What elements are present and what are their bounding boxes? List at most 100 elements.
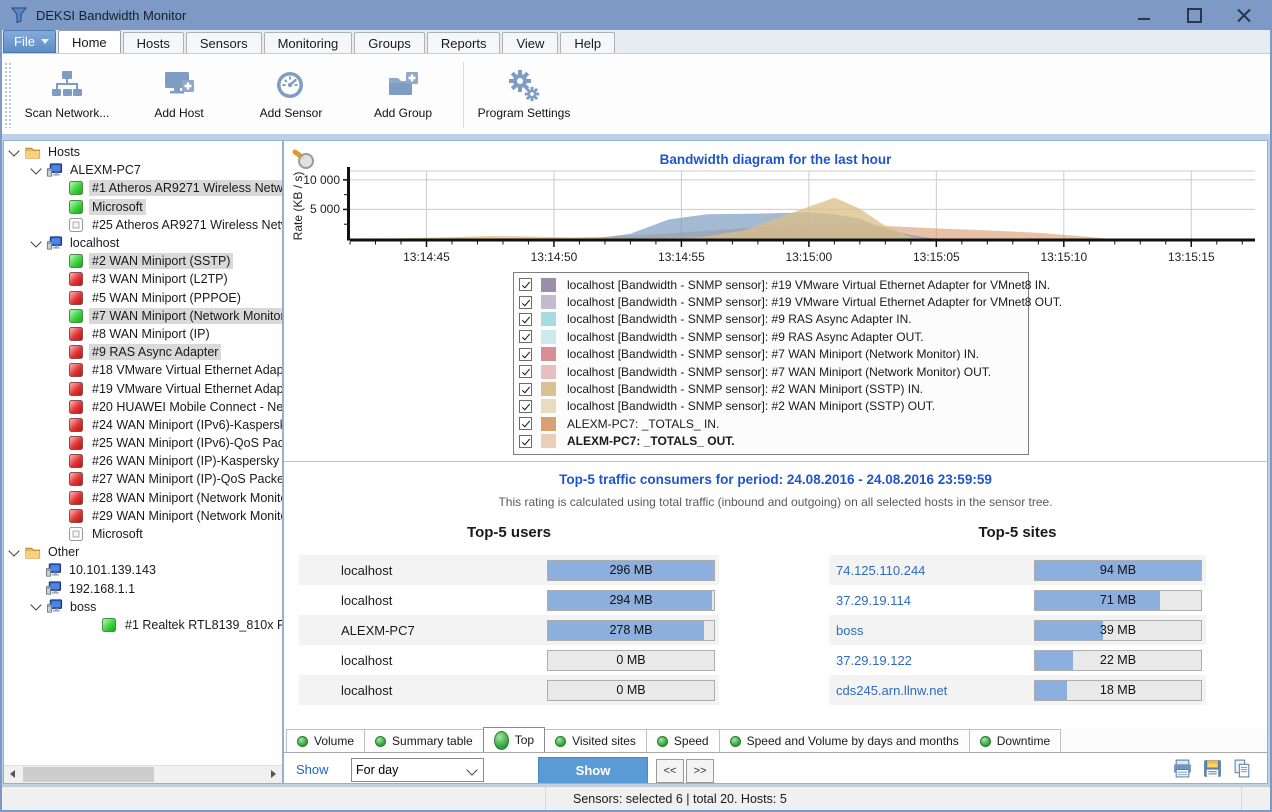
tree-item-localhost[interactable]: localhost <box>4 234 282 252</box>
tree-item-1-realtek-rtl8139-810x-family-i[interactable]: #1 Realtek RTL8139_810x Family I <box>4 616 282 634</box>
tree-item-192-168-1-1[interactable]: 192.168.1.1 <box>4 580 282 598</box>
close-icon[interactable] <box>1230 4 1258 26</box>
legend-checkbox[interactable] <box>519 313 532 326</box>
tree-item-9-ras-async-adapter[interactable]: #9 RAS Async Adapter <box>4 343 282 361</box>
next-period-button[interactable]: >> <box>686 759 714 783</box>
sensor-status-red-icon <box>69 327 83 341</box>
legend-checkbox[interactable] <box>519 435 532 448</box>
tree-item-5-wan-miniport-pppoe[interactable]: #5 WAN Miniport (PPPOE) <box>4 289 282 307</box>
scroll-left-icon[interactable] <box>4 766 21 782</box>
legend-checkbox[interactable] <box>519 365 532 378</box>
expander-chevron-icon[interactable] <box>30 163 41 174</box>
site-row: 74.125.110.24494 MB <box>829 555 1206 585</box>
tree-item-microsoft[interactable]: Microsoft <box>4 198 282 216</box>
toolbar-button-add-host[interactable]: Add Host <box>123 59 235 131</box>
site-link[interactable]: 37.29.19.114 <box>829 593 1034 608</box>
tree-item-29-wan-miniport-network-monito[interactable]: #29 WAN Miniport (Network Monito <box>4 507 282 525</box>
legend-checkbox[interactable] <box>519 400 532 413</box>
site-link[interactable]: cds245.arn.llnw.net <box>829 683 1034 698</box>
legend-label: localhost [Bandwidth - SNMP sensor]: #9 … <box>567 312 912 326</box>
tree-item-alexm-pc7[interactable]: ALEXM-PC7 <box>4 161 282 179</box>
toolbar-button-program-settings[interactable]: Program Settings <box>468 59 580 131</box>
report-tab-top[interactable]: Top <box>483 727 545 752</box>
legend-checkbox[interactable] <box>519 348 532 361</box>
site-link[interactable]: boss <box>829 623 1034 638</box>
tree-item-24-wan-miniport-ipv6-kaspersky[interactable]: #24 WAN Miniport (IPv6)-Kaspersky <box>4 416 282 434</box>
scrollbar-thumb[interactable] <box>23 767 154 782</box>
green-dot-icon <box>730 736 741 747</box>
save-icon[interactable] <box>1202 758 1223 779</box>
toolbar-button-add-sensor[interactable]: Add Sensor <box>235 59 347 131</box>
tree-item-label: #8 WAN Miniport (IP) <box>89 326 213 342</box>
print-icon[interactable] <box>1172 758 1193 779</box>
toolbar-button-scan-network[interactable]: Scan Network... <box>11 59 123 131</box>
tree-item-1-atheros-ar9271-wireless-network[interactable]: #1 Atheros AR9271 Wireless Network <box>4 179 282 197</box>
top5-users-header: Top-5 users <box>299 524 719 541</box>
main-content-panel: Bandwidth diagram for the last hour Rate… <box>283 140 1268 784</box>
tree-item-10-101-139-143[interactable]: 10.101.139.143 <box>4 561 282 579</box>
maximize-icon[interactable] <box>1180 4 1208 26</box>
legend-checkbox[interactable] <box>519 417 532 430</box>
tree-item-28-wan-miniport-network-monito[interactable]: #28 WAN Miniport (Network Monito <box>4 489 282 507</box>
legend-row: localhost [Bandwidth - SNMP sensor]: #2 … <box>519 380 1028 397</box>
report-tab-volume[interactable]: Volume <box>286 729 365 752</box>
menu-tab-reports[interactable]: Reports <box>427 32 501 53</box>
tree-item-8-wan-miniport-ip[interactable]: #8 WAN Miniport (IP) <box>4 325 282 343</box>
expander-chevron-icon[interactable] <box>30 600 41 611</box>
site-link[interactable]: 74.125.110.244 <box>829 563 1034 578</box>
menu-tab-help[interactable]: Help <box>560 32 615 53</box>
expander-chevron-icon[interactable] <box>30 236 41 247</box>
expander-chevron-icon[interactable] <box>8 545 19 556</box>
report-tab-summary-table[interactable]: Summary table <box>364 729 484 752</box>
previous-period-button[interactable]: << <box>656 759 684 783</box>
legend-checkbox[interactable] <box>519 330 532 343</box>
tree-item-2-wan-miniport-sstp[interactable]: #2 WAN Miniport (SSTP) <box>4 252 282 270</box>
tree-item-other[interactable]: Other <box>4 543 282 561</box>
tree-item-3-wan-miniport-l2tp[interactable]: #3 WAN Miniport (L2TP) <box>4 270 282 288</box>
minimize-icon[interactable] <box>1130 4 1158 26</box>
tree-item-7-wan-miniport-network-monitor[interactable]: #7 WAN Miniport (Network Monitor <box>4 307 282 325</box>
tree-item-20-huawei-mobile-connect-netw[interactable]: #20 HUAWEI Mobile Connect - Netw <box>4 398 282 416</box>
tree-horizontal-scrollbar[interactable] <box>4 765 282 783</box>
tree-item-hosts[interactable]: Hosts <box>4 143 282 161</box>
toolbar-button-add-group[interactable]: Add Group <box>347 59 459 131</box>
menu-tab-monitoring[interactable]: Monitoring <box>264 32 353 53</box>
menu-tab-hosts[interactable]: Hosts <box>123 32 184 53</box>
tree-item-26-wan-miniport-ip-kaspersky-la[interactable]: #26 WAN Miniport (IP)-Kaspersky La <box>4 452 282 470</box>
site-row: cds245.arn.llnw.net18 MB <box>829 675 1206 705</box>
tree-item-label: #7 WAN Miniport (Network Monitor <box>89 308 282 324</box>
legend-checkbox[interactable] <box>519 383 532 396</box>
tree-item-label: #3 WAN Miniport (L2TP) <box>89 271 231 287</box>
period-select[interactable]: For day <box>351 758 484 782</box>
tree-item-boss[interactable]: boss <box>4 598 282 616</box>
scroll-right-icon[interactable] <box>265 766 282 782</box>
site-link[interactable]: 37.29.19.122 <box>829 653 1034 668</box>
tree-item-19-vmware-virtual-ethernet-adapte[interactable]: #19 VMware Virtual Ethernet Adapte <box>4 379 282 397</box>
show-button[interactable]: Show <box>538 757 648 784</box>
report-tab-label: Summary table <box>392 734 473 748</box>
tree-item-27-wan-miniport-ip-qos-packet-s[interactable]: #27 WAN Miniport (IP)-QoS Packet S <box>4 470 282 488</box>
expander-chevron-icon[interactable] <box>8 145 19 156</box>
tree-item-18-vmware-virtual-ethernet-adapte[interactable]: #18 VMware Virtual Ethernet Adapte <box>4 361 282 379</box>
legend-row: localhost [Bandwidth - SNMP sensor]: #9 … <box>519 328 1028 345</box>
report-tab-speed-and-volume-by-days-and-months[interactable]: Speed and Volume by days and months <box>719 729 970 752</box>
menu-tab-home[interactable]: Home <box>58 30 121 53</box>
traffic-bar: 296 MB <box>547 560 715 581</box>
menu-tab-view[interactable]: View <box>502 32 558 53</box>
legend-checkbox[interactable] <box>519 278 532 291</box>
traffic-value: 71 MB <box>1035 591 1201 610</box>
menu-tab-groups[interactable]: Groups <box>354 32 425 53</box>
legend-color-swatch <box>541 347 556 361</box>
report-tab-downtime[interactable]: Downtime <box>969 729 1061 752</box>
report-tab-visited-sites[interactable]: Visited sites <box>544 729 647 752</box>
legend-checkbox[interactable] <box>519 296 532 309</box>
report-tab-speed[interactable]: Speed <box>646 729 720 752</box>
copy-icon[interactable] <box>1232 758 1253 779</box>
tree-item-25-wan-miniport-ipv6-qos-packe[interactable]: #25 WAN Miniport (IPv6)-QoS Packe <box>4 434 282 452</box>
bandwidth-chart-section: Bandwidth diagram for the last hour Rate… <box>284 141 1267 461</box>
file-menu-button[interactable]: File <box>3 30 56 53</box>
tree-item-25-atheros-ar9271-wireless-netwo[interactable]: #25 Atheros AR9271 Wireless Netwo <box>4 216 282 234</box>
menu-tab-sensors[interactable]: Sensors <box>186 32 262 53</box>
tree-item-label: #28 WAN Miniport (Network Monito <box>89 490 282 506</box>
tree-item-microsoft[interactable]: Microsoft <box>4 525 282 543</box>
